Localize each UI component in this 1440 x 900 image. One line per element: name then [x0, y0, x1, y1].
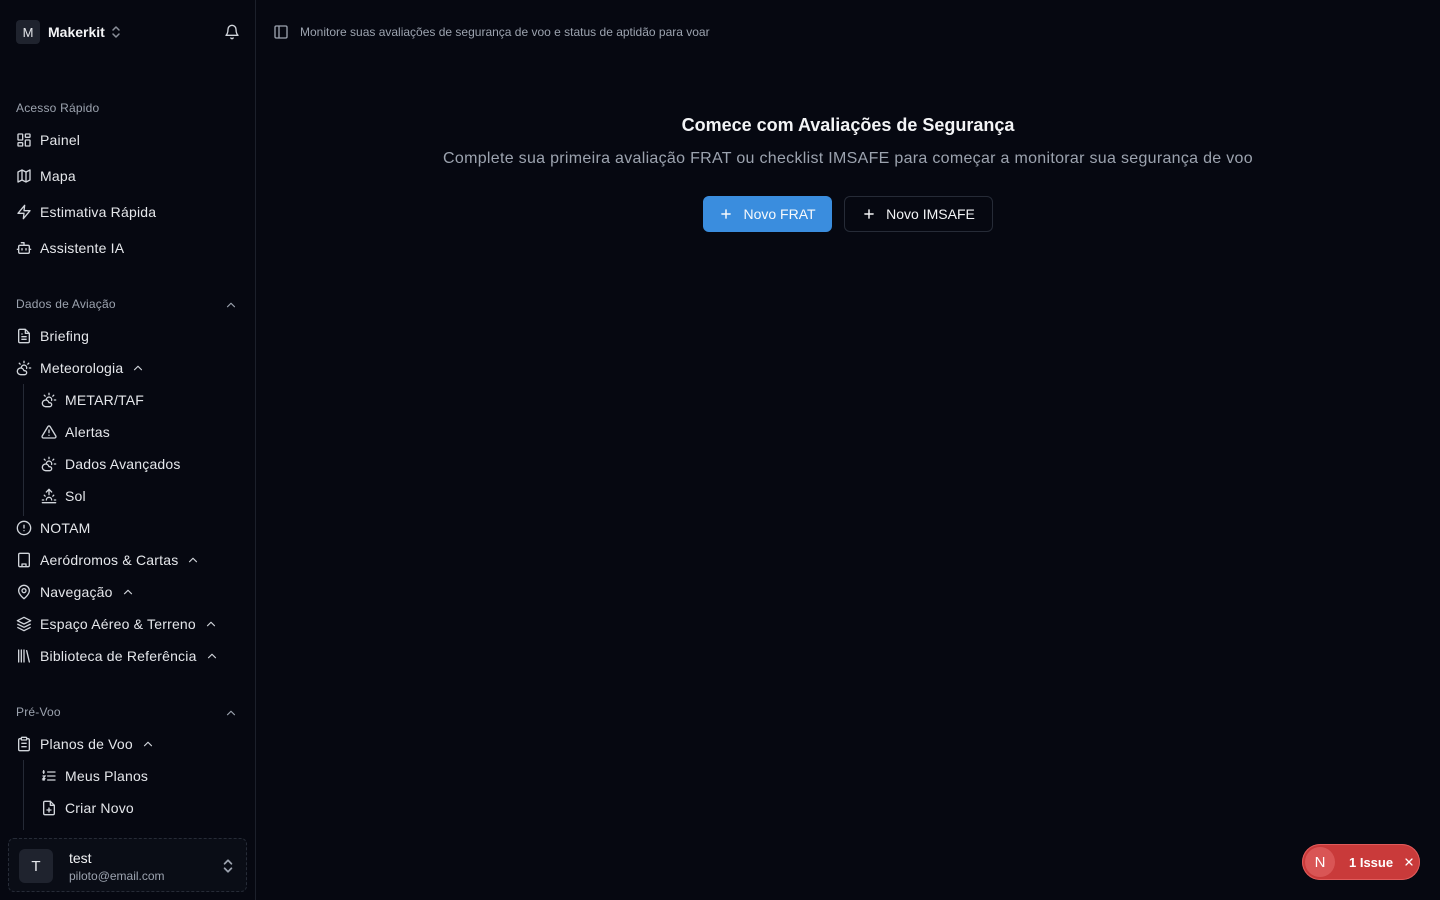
sidebar-item-meus-planos[interactable]: Meus Planos [41, 764, 148, 788]
sidebar-item-assistente-ia[interactable]: Assistente IA [16, 236, 124, 260]
sidebar-toggle-icon[interactable] [273, 24, 289, 40]
warning-icon [41, 424, 57, 440]
sidebar-item-label: Briefing [40, 328, 90, 344]
section-label-quick-access: Acesso Rápido [16, 101, 100, 115]
sunrise-icon [41, 488, 57, 504]
page-description: Monitore suas avaliações de segurança de… [300, 25, 710, 39]
sidebar-item-estimativa-rapida[interactable]: Estimativa Rápida [16, 200, 156, 224]
chevron-up-icon [131, 361, 145, 375]
sidebar-item-mapa[interactable]: Mapa [16, 164, 76, 188]
sidebar-item-briefing[interactable]: Briefing [16, 324, 89, 348]
sidebar-item-planos-de-voo[interactable]: Planos de Voo [16, 732, 155, 756]
dashboard-icon [16, 132, 32, 148]
cloud-sun-icon [41, 456, 57, 472]
sidebar-item-aerodromos-cartas[interactable]: Aeródromos & Cartas [16, 548, 200, 572]
sidebar-item-navegacao[interactable]: Navegação [16, 580, 135, 604]
empty-state-subtitle: Complete sua primeira avaliação FRAT ou … [443, 150, 1253, 167]
sidebar-item-espaco-aereo[interactable]: Espaço Aéreo & Terreno [16, 612, 218, 636]
sidebar-item-label: Assistente IA [40, 240, 125, 256]
plus-icon [862, 207, 886, 221]
empty-state-title: Comece com Avaliações de Segurança [681, 115, 1015, 135]
sidebar-item-criar-novo[interactable]: Criar Novo [41, 796, 134, 820]
sidebar-item-meteorologia[interactable]: Meteorologia [16, 356, 145, 380]
user-menu[interactable]: T test piloto@email.com [8, 838, 247, 892]
sidebar-item-label: Criar Novo [65, 800, 134, 816]
sidebar-item-label: Meus Planos [65, 768, 149, 784]
sidebar-item-label: Navegação [40, 584, 113, 600]
sidebar-item-label: Meteorologia [40, 360, 124, 376]
workspace-switcher[interactable]: M Makerkit [16, 20, 240, 44]
section-label-preflight: Pré-Voo [16, 705, 61, 719]
alert-circle-icon [16, 520, 32, 536]
issues-count-label: 1 Issue [1349, 854, 1394, 870]
sidebar-item-metar-taf[interactable]: METAR/TAF [41, 388, 144, 412]
sidebar-item-biblioteca[interactable]: Biblioteca de Referência [16, 644, 219, 668]
layers-icon [16, 616, 32, 632]
new-frat-button[interactable]: Novo FRAT [703, 196, 832, 232]
sidebar: M Makerkit Acesso Rápido Painel Mapa Est… [0, 0, 256, 900]
sidebar-item-sol[interactable]: Sol [41, 484, 86, 508]
new-imsafe-label: Novo IMSAFE [886, 206, 975, 222]
sidebar-item-label: Estimativa Rápida [40, 204, 157, 220]
sidebar-item-painel[interactable]: Painel [16, 128, 80, 152]
workspace-avatar: M [16, 20, 40, 44]
new-imsafe-button[interactable]: Novo IMSAFE [844, 196, 993, 232]
cloud-sun-icon [16, 360, 32, 376]
chevron-up-icon[interactable] [224, 706, 238, 720]
chevron-up-icon [121, 585, 135, 599]
sidebar-item-label: METAR/TAF [65, 392, 145, 408]
sidebar-item-label: Mapa [40, 168, 76, 184]
library-icon [16, 648, 32, 664]
sidebar-item-notam[interactable]: NOTAM [16, 516, 91, 540]
chevrons-up-down-icon [111, 25, 121, 39]
section-label-aviation: Dados de Aviação [16, 297, 116, 311]
sidebar-item-label: Biblioteca de Referência [40, 648, 197, 664]
sidebar-item-label: Aeródromos & Cartas [40, 552, 179, 568]
chevron-up-icon [204, 617, 218, 631]
chevrons-up-down-icon [222, 858, 234, 874]
sidebar-item-label: Espaço Aéreo & Terreno [40, 616, 196, 632]
plus-icon [719, 207, 743, 221]
document-icon [16, 328, 32, 344]
sidebar-item-label: Painel [40, 132, 81, 148]
map-icon [16, 168, 32, 184]
nextjs-logo-icon: N [1305, 847, 1335, 877]
file-plus-icon [41, 800, 57, 816]
chevron-up-icon[interactable] [224, 298, 238, 312]
chevron-up-icon [186, 553, 200, 567]
user-name: test [69, 850, 92, 866]
user-email: piloto@email.com [69, 869, 165, 883]
map-pin-icon [16, 584, 32, 600]
sidebar-item-dados-avancados[interactable]: Dados Avançados [41, 452, 181, 476]
issues-badge[interactable]: N 1 Issue [1302, 844, 1420, 880]
sidebar-item-alertas[interactable]: Alertas [41, 420, 110, 444]
submenu-guide-line [23, 760, 24, 830]
chevron-up-icon [205, 649, 219, 663]
lightning-icon [16, 204, 32, 220]
submenu-guide-line [23, 384, 24, 516]
sidebar-item-label: Alertas [65, 424, 110, 440]
building-icon [16, 552, 32, 568]
cloud-sun-icon [41, 392, 57, 408]
sidebar-item-label: Sol [65, 488, 86, 504]
list-icon [41, 768, 57, 784]
bot-icon [16, 240, 32, 256]
bell-icon[interactable] [224, 24, 240, 40]
chevron-up-icon [141, 737, 155, 751]
avatar: T [19, 849, 53, 883]
new-frat-label: Novo FRAT [743, 206, 816, 222]
clipboard-icon [16, 736, 32, 752]
close-icon[interactable] [1403, 856, 1415, 868]
sidebar-item-label: NOTAM [40, 520, 91, 536]
sidebar-item-label: Planos de Voo [40, 736, 133, 752]
sidebar-item-label: Dados Avançados [65, 456, 181, 472]
workspace-name: Makerkit [48, 24, 105, 40]
